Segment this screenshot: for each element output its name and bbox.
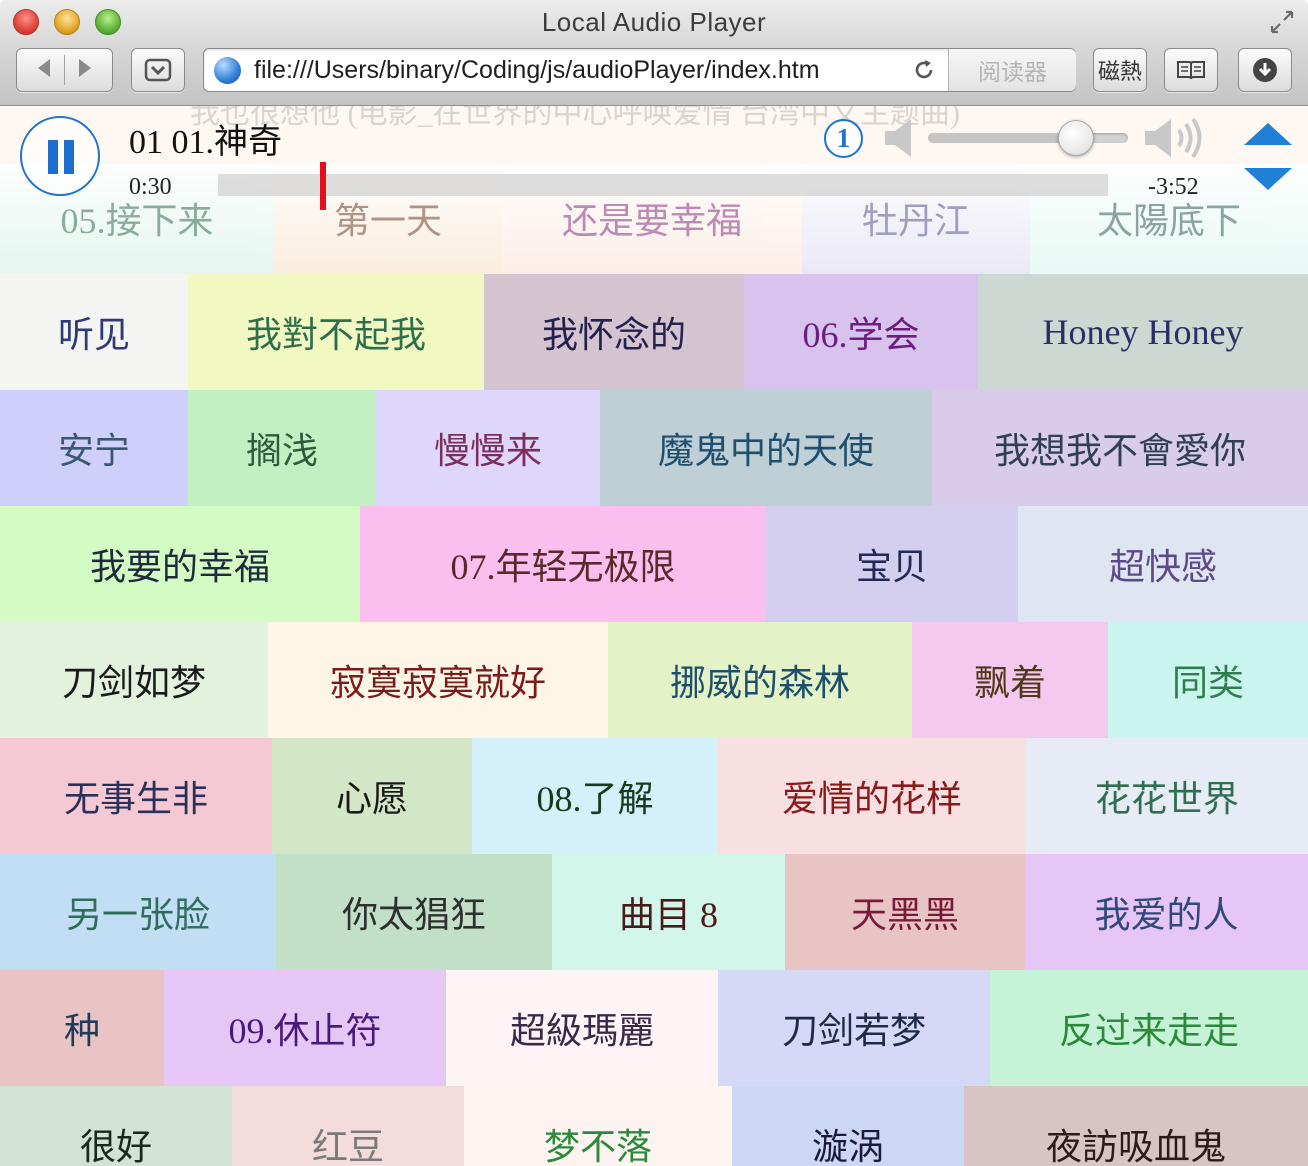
- nav-divider: [64, 55, 65, 85]
- back-forward-group: [16, 48, 113, 92]
- volume-max-icon[interactable]: [1143, 116, 1209, 160]
- song-row: 安宁 搁浅 慢慢来 魔鬼中的天使 我想我不會愛你: [0, 390, 1308, 506]
- volume-knob[interactable]: [1058, 120, 1094, 156]
- song-tile[interactable]: 同类: [1108, 622, 1308, 738]
- song-tile[interactable]: 08.了解: [472, 738, 718, 854]
- song-tile[interactable]: 09.休止符: [164, 970, 446, 1086]
- downloads-button[interactable]: [1238, 48, 1292, 92]
- song-tile[interactable]: 我對不起我: [188, 274, 484, 390]
- fullscreen-icon[interactable]: [1268, 8, 1296, 36]
- song-tile[interactable]: 很好: [0, 1086, 232, 1166]
- remaining-time: -3:52: [1148, 174, 1199, 200]
- song-tile[interactable]: 爱情的花样: [718, 738, 1026, 854]
- url-text[interactable]: file:///Users/binary/Coding/js/audioPlay…: [254, 56, 820, 85]
- back-arrow-icon[interactable]: [34, 56, 54, 85]
- book-icon: [1177, 61, 1205, 80]
- song-tile[interactable]: 反过来走走: [990, 970, 1308, 1086]
- song-tile[interactable]: 刀剑若梦: [718, 970, 990, 1086]
- seek-bar[interactable]: [218, 162, 1108, 210]
- song-tile[interactable]: 我怀念的: [484, 274, 744, 390]
- song-tile[interactable]: 天黑黑: [785, 854, 1025, 970]
- song-tile[interactable]: 超級瑪麗: [446, 970, 718, 1086]
- volume-slider[interactable]: [928, 120, 1128, 156]
- song-tile[interactable]: 夜訪吸血鬼: [964, 1086, 1308, 1166]
- song-tile[interactable]: 无事生非: [0, 738, 272, 854]
- song-row: 另一张脸 你太猖狂 曲目 8 天黑黑 我爱的人: [0, 854, 1308, 970]
- song-row: 刀剑如梦 寂寞寂寞就好 挪威的森林 飘着 同类: [0, 622, 1308, 738]
- seek-playhead[interactable]: [320, 162, 326, 210]
- song-tile[interactable]: 种: [0, 970, 164, 1086]
- reader-button[interactable]: 阅读器: [948, 49, 1076, 91]
- song-tile[interactable]: 我爱的人: [1025, 854, 1308, 970]
- scroll-up-arrow-icon[interactable]: [1242, 121, 1294, 147]
- song-row: 种 09.休止符 超級瑪麗 刀剑若梦 反过来走走: [0, 970, 1308, 1086]
- pause-icon: [48, 140, 58, 174]
- song-tile[interactable]: 我想我不會愛你: [932, 390, 1308, 506]
- repeat-one-button[interactable]: 1: [824, 119, 863, 158]
- window-titlebar: Local Audio Player file:///Users/binary/…: [0, 0, 1308, 106]
- song-row: 无事生非 心愿 08.了解 爱情的花样 花花世界: [0, 738, 1308, 854]
- globe-icon: [214, 57, 241, 84]
- song-tile[interactable]: 听见: [0, 274, 188, 390]
- song-tile[interactable]: 花花世界: [1026, 738, 1308, 854]
- song-tile[interactable]: 07.年轻无极限: [360, 506, 766, 622]
- forward-arrow-icon[interactable]: [75, 56, 95, 85]
- song-row: 听见 我對不起我 我怀念的 06.学会 Honey Honey: [0, 274, 1308, 390]
- song-row: 很好 红豆 梦不落 漩涡 夜訪吸血鬼: [0, 1086, 1308, 1166]
- song-tile[interactable]: 曲目 8: [552, 854, 785, 970]
- song-tile[interactable]: 飘着: [912, 622, 1108, 738]
- share-icon: [144, 58, 172, 82]
- share-button[interactable]: [131, 48, 185, 92]
- song-tile[interactable]: 梦不落: [464, 1086, 732, 1166]
- song-tile[interactable]: 红豆: [232, 1086, 464, 1166]
- song-tile[interactable]: 超快感: [1018, 506, 1308, 622]
- extension-button[interactable]: 磁熱: [1093, 48, 1147, 92]
- address-bar[interactable]: file:///Users/binary/Coding/js/audioPlay…: [203, 48, 1076, 92]
- song-tile[interactable]: 魔鬼中的天使: [600, 390, 932, 506]
- song-tile[interactable]: 刀剑如梦: [0, 622, 268, 738]
- song-tile[interactable]: 慢慢来: [376, 390, 600, 506]
- download-icon: [1253, 58, 1277, 82]
- song-tile[interactable]: 心愿: [272, 738, 472, 854]
- song-tile[interactable]: 安宁: [0, 390, 188, 506]
- song-tile[interactable]: 搁浅: [188, 390, 376, 506]
- now-playing-title: 01 01.神奇: [129, 124, 282, 161]
- song-row: 我要的幸福 07.年轻无极限 宝贝 超快感: [0, 506, 1308, 622]
- pause-button[interactable]: [20, 116, 100, 196]
- song-tile[interactable]: 另一张脸: [0, 854, 276, 970]
- song-tile[interactable]: 你太猖狂: [276, 854, 552, 970]
- scroll-down-arrow-icon[interactable]: [1242, 166, 1294, 192]
- volume-fill: [928, 133, 1076, 143]
- song-tile[interactable]: 06.学会: [744, 274, 978, 390]
- window-title: Local Audio Player: [541, 7, 767, 37]
- song-tile[interactable]: Honey Honey: [978, 274, 1308, 390]
- song-tile[interactable]: 宝贝: [766, 506, 1018, 622]
- song-tile[interactable]: 我要的幸福: [0, 506, 360, 622]
- song-grid: 05.接下来 第一天 还是要幸福 牡丹江 太陽底下 听见 我對不起我 我怀念的 06.学会 Hon…: [0, 158, 1308, 1166]
- song-tile[interactable]: 寂寞寂寞就好: [268, 622, 608, 738]
- song-tile[interactable]: 漩涡: [732, 1086, 964, 1166]
- song-tile[interactable]: 挪威的森林: [608, 622, 912, 738]
- reading-list-button[interactable]: [1164, 48, 1218, 92]
- volume-mute-icon[interactable]: [883, 116, 917, 160]
- reload-icon[interactable]: [912, 58, 936, 82]
- elapsed-time: 0:30: [129, 174, 172, 200]
